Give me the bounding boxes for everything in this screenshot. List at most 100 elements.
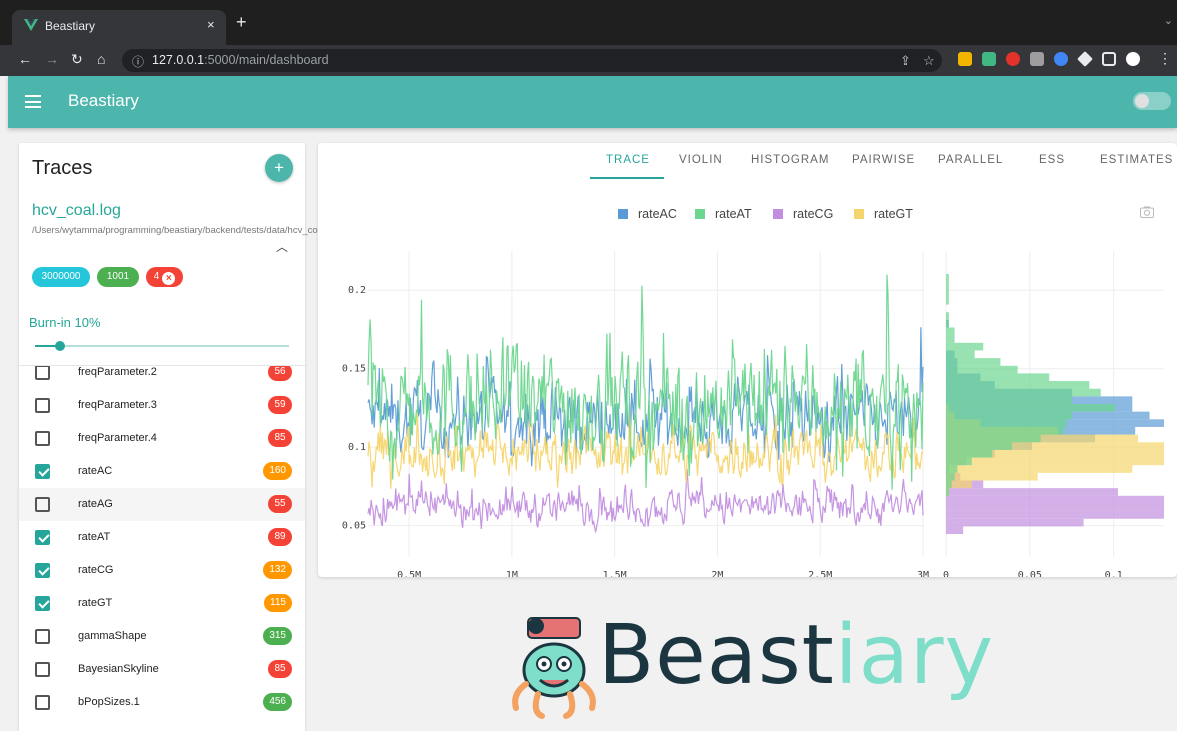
legend-swatch bbox=[695, 209, 705, 219]
tab-estimates[interactable]: ESTIMATES bbox=[1100, 154, 1173, 166]
error-chip[interactable]: 4 × bbox=[146, 267, 183, 287]
extensions-puzzle-icon[interactable] bbox=[1077, 51, 1093, 67]
parameter-checkbox[interactable] bbox=[35, 596, 50, 611]
new-tab-button[interactable]: + bbox=[236, 12, 247, 33]
share-icon[interactable]: ⇪ bbox=[900, 53, 911, 69]
close-tab-icon[interactable]: × bbox=[207, 17, 215, 32]
parameter-checkbox[interactable] bbox=[35, 530, 50, 545]
parameter-checkbox[interactable] bbox=[35, 398, 50, 413]
parameter-row[interactable]: freqParameter.3 59 bbox=[19, 389, 305, 422]
parameter-checkbox[interactable] bbox=[35, 431, 50, 446]
url-host: 127.0.0.1 bbox=[152, 53, 205, 67]
burnin-slider-thumb[interactable] bbox=[55, 341, 66, 351]
parameter-label: BayesianSkyline bbox=[78, 663, 159, 675]
x-tick-label: 1.5M bbox=[603, 570, 627, 577]
histogram-bar bbox=[946, 296, 949, 305]
samples-chip: 3000000 bbox=[32, 267, 90, 287]
legend-swatch bbox=[854, 209, 864, 219]
address-bar[interactable]: ⓘ 127.0.0.1:5000/main/dashboard ⇪ ☆ bbox=[122, 49, 942, 72]
parameter-checkbox[interactable] bbox=[35, 662, 50, 677]
states-chip: 1001 bbox=[97, 267, 139, 287]
x-tick-label: 3M bbox=[917, 570, 929, 577]
add-trace-button[interactable]: + bbox=[265, 154, 293, 182]
parameter-row[interactable]: rateAC 160 bbox=[19, 455, 305, 488]
parameter-checkbox[interactable] bbox=[35, 366, 50, 380]
histogram-bar bbox=[946, 281, 949, 290]
back-icon[interactable]: ← bbox=[18, 51, 32, 67]
y-tick-label: 0.1 bbox=[348, 442, 366, 453]
home-icon[interactable]: ⌂ bbox=[97, 51, 105, 67]
parameter-row[interactable]: gammaShape 315 bbox=[19, 620, 305, 653]
parameter-checkbox[interactable] bbox=[35, 629, 50, 644]
hist-x-tick-label: 0.05 bbox=[1018, 570, 1042, 577]
parameter-label: rateGT bbox=[78, 597, 113, 609]
side-panel-icon[interactable] bbox=[1102, 52, 1116, 66]
ess-badge: 132 bbox=[263, 561, 292, 579]
histogram-bar bbox=[946, 388, 1101, 397]
x-tick-label: 1M bbox=[506, 570, 518, 577]
parameter-row[interactable]: rateCG 132 bbox=[19, 554, 305, 587]
histogram-bar bbox=[946, 457, 1164, 466]
parameter-label: freqParameter.4 bbox=[78, 432, 157, 444]
tab-pairwise[interactable]: PAIRWISE bbox=[852, 154, 915, 166]
bookmark-star-icon[interactable]: ☆ bbox=[923, 53, 935, 69]
reload-icon[interactable]: ↻ bbox=[71, 51, 83, 68]
camera-icon[interactable] bbox=[1140, 206, 1154, 218]
legend-swatch bbox=[773, 209, 783, 219]
tab-parallel[interactable]: PARALLEL bbox=[938, 154, 1003, 166]
red-extension-icon[interactable] bbox=[1006, 52, 1020, 66]
menu-icon[interactable] bbox=[25, 95, 41, 108]
tab-ess[interactable]: ESS bbox=[1039, 154, 1065, 166]
ess-badge: 59 bbox=[268, 396, 292, 414]
parameter-row[interactable]: freqParameter.4 85 bbox=[19, 422, 305, 455]
close-circle-icon[interactable]: × bbox=[162, 272, 176, 285]
browser-menu-icon[interactable]: ⋮ bbox=[1158, 50, 1172, 67]
active-tab-indicator bbox=[590, 177, 664, 179]
tab-trace[interactable]: TRACE bbox=[606, 154, 650, 166]
burnin-slider[interactable] bbox=[35, 341, 289, 351]
ess-badge: 55 bbox=[268, 495, 292, 513]
grey-extension-icon[interactable] bbox=[1030, 52, 1044, 66]
browser-tab-title: Beastiary bbox=[45, 19, 96, 33]
ess-badge: 89 bbox=[268, 528, 292, 546]
tab-violin[interactable]: VIOLIN bbox=[679, 154, 723, 166]
browser-tab[interactable]: Beastiary × bbox=[12, 10, 226, 45]
logo-text-light: iary bbox=[834, 608, 995, 703]
ess-badge: 85 bbox=[268, 660, 292, 678]
parameter-row[interactable]: rateAT 89 bbox=[19, 521, 305, 554]
chevron-up-icon[interactable]: ︿ bbox=[276, 238, 288, 255]
url-text: 127.0.0.1:5000/main/dashboard bbox=[152, 53, 329, 67]
histogram-bar bbox=[946, 289, 949, 297]
parameter-label: rateAT bbox=[78, 531, 111, 543]
histogram-bar bbox=[946, 472, 1038, 481]
theme-toggle[interactable] bbox=[1133, 92, 1171, 110]
site-info-icon[interactable]: ⓘ bbox=[132, 53, 144, 70]
parameter-checkbox[interactable] bbox=[35, 695, 50, 710]
browser-toolbar: ← → ↻ ⌂ ⓘ 127.0.0.1:5000/main/dashboard … bbox=[0, 45, 1177, 76]
histogram-bar bbox=[946, 411, 1073, 420]
histogram-bar bbox=[946, 312, 949, 320]
trace-plot[interactable]: 0.5M 1M 1.5M 2M 2.5M 3M 0.05 0.1 0.15 0.2 0 0.05 0.1 bbox=[318, 239, 1177, 577]
ess-badge: 56 bbox=[268, 366, 292, 381]
parameter-row[interactable]: rateGT 115 bbox=[19, 587, 305, 620]
parameter-row[interactable]: freqParameter.2 56 bbox=[19, 366, 305, 389]
lock-extension-icon[interactable] bbox=[958, 52, 972, 66]
parameter-row[interactable]: BayesianSkyline 85 bbox=[19, 653, 305, 686]
tab-histogram[interactable]: HISTOGRAM bbox=[751, 154, 829, 166]
profile-avatar[interactable] bbox=[1126, 52, 1140, 66]
histogram-bar bbox=[946, 419, 1067, 427]
parameter-row[interactable]: rateAG 55 bbox=[19, 488, 305, 521]
parameter-checkbox[interactable] bbox=[35, 563, 50, 578]
histogram-bar bbox=[946, 342, 984, 351]
ess-badge: 85 bbox=[268, 429, 292, 447]
forward-icon[interactable]: → bbox=[45, 51, 59, 67]
tab-search-icon[interactable]: ⌄ bbox=[1164, 14, 1173, 27]
vue-devtools-extension-icon[interactable] bbox=[982, 52, 996, 66]
parameter-checkbox[interactable] bbox=[35, 497, 50, 512]
trace-file-name: hcv_coal.log bbox=[32, 202, 121, 219]
error-count: 4 bbox=[153, 271, 160, 282]
parameter-row[interactable]: bPopSizes.1 456 bbox=[19, 686, 305, 719]
blue-extension-icon[interactable] bbox=[1054, 52, 1068, 66]
parameter-checkbox[interactable] bbox=[35, 464, 50, 479]
x-tick-label: 2.5M bbox=[808, 570, 832, 577]
